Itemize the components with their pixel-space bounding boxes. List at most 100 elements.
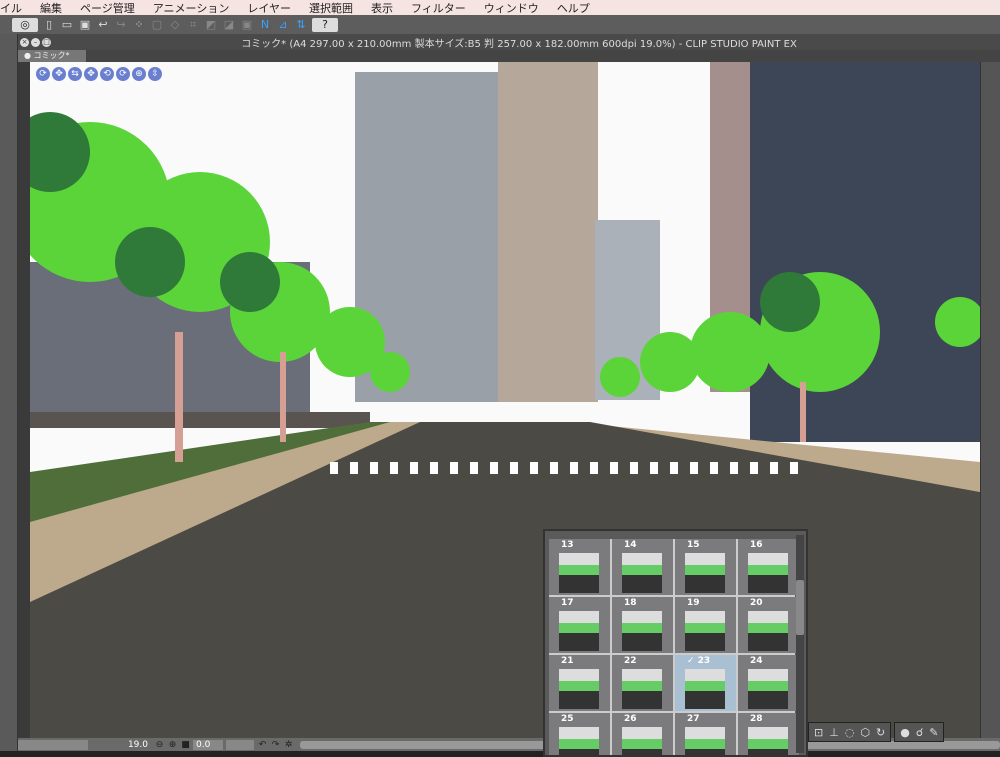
thumbnail-image [622, 669, 662, 709]
camera-zoom-icon[interactable]: ⇆ [68, 67, 82, 81]
redo-icon[interactable]: ↪ [114, 18, 128, 32]
close-icon[interactable]: × [20, 37, 29, 47]
preset-thumbnail[interactable]: 26 [612, 713, 673, 755]
light-icon[interactable]: ☌ [916, 726, 923, 739]
rotate-left-icon[interactable]: ↶ [257, 740, 268, 750]
preset-thumbnail[interactable]: ✓ 23 [675, 655, 736, 711]
thumbnail-number: ✓ 23 [687, 656, 711, 666]
object-rotate2-icon[interactable]: ⟳ [116, 67, 130, 81]
thumbnail-image [622, 727, 662, 755]
thumbnail-image [685, 611, 725, 651]
zoom-out-icon[interactable]: ⊖ [154, 740, 165, 750]
preset-thumbnail[interactable]: 13 [549, 539, 610, 595]
camera-rotate-icon[interactable]: ⟳ [36, 67, 50, 81]
thumbnail-number: 14 [624, 540, 637, 550]
menu-selection[interactable]: 選択範囲 [309, 0, 353, 16]
open-file-icon[interactable]: ▭ [60, 18, 74, 32]
thumbnail-number: 15 [687, 540, 700, 550]
thumbnail-number: 16 [750, 540, 763, 550]
rotate-right-icon[interactable]: ↷ [270, 740, 281, 750]
ruler-snap-icon[interactable]: N [258, 18, 272, 32]
fit-icon[interactable]: ■ [180, 740, 191, 750]
preset-thumbnail[interactable]: 18 [612, 597, 673, 653]
preset-thumbnail[interactable]: 20 [738, 597, 799, 653]
menu-filter[interactable]: フィルター [411, 0, 466, 16]
thumbnail-number: 20 [750, 598, 763, 608]
object-move-icon[interactable]: ✥ [84, 67, 98, 81]
thumbnail-number: 18 [624, 598, 637, 608]
zoom-value[interactable]: 19.0 [91, 740, 151, 750]
preset-thumbnail[interactable]: 28 [738, 713, 799, 755]
object-scale-icon[interactable]: ⊕ [132, 67, 146, 81]
preset-thumbnail[interactable]: 17 [549, 597, 610, 653]
focus-icon[interactable]: ⊡ [814, 726, 823, 739]
fill-selection-icon[interactable]: ▣ [240, 18, 254, 32]
preset-thumbnail[interactable]: 15 [675, 539, 736, 595]
3d-object-toolbar: ⊡ ⊥ ◌ ⬡ ↻ ● ☌ ✎ [808, 722, 972, 742]
thumbnail-number: 27 [687, 714, 700, 724]
thumbnail-image [748, 553, 788, 593]
reset-rotation-icon[interactable]: ✲ [283, 740, 294, 750]
selection-icon[interactable]: ⁘ [132, 18, 146, 32]
help-icon[interactable]: ? [312, 17, 338, 32]
thumbnail-number: 19 [687, 598, 700, 608]
menu-animation[interactable]: アニメーション [153, 0, 230, 16]
preset-thumbnail[interactable]: 14 [612, 539, 673, 595]
special-ruler-snap-icon[interactable]: ⊿ [276, 18, 290, 32]
object-height-icon[interactable]: ⇳ [148, 67, 162, 81]
thumbnail-image [559, 611, 599, 651]
navigator-slider[interactable] [18, 739, 88, 750]
menu-bar: イル 編集 ページ管理 アニメーション レイヤー 選択範囲 表示 フィルター ウ… [0, 0, 1000, 15]
preset-thumbnail[interactable]: 19 [675, 597, 736, 653]
window-title-bar: × – □ コミック* (A4 297.00 x 210.00mm 製本サイズ:… [18, 34, 1000, 50]
3d-camera-controls: ⟳ ✥ ⇆ ✥ ⟲ ⟳ ⊕ ⇳ [36, 67, 162, 81]
clear-outside-icon[interactable]: ◪ [222, 18, 236, 32]
preset-thumbnail[interactable]: 22 [612, 655, 673, 711]
thumbnail-number: 17 [561, 598, 574, 608]
preset-thumbnail-grid: 13 14 15 16 17 18 19 20 21 22 ✓ 23 24 25 26 27 28 [549, 539, 799, 755]
transform-icon[interactable]: ▢ [150, 18, 164, 32]
preset-thumbnail[interactable]: 25 [549, 713, 610, 755]
menu-window[interactable]: ウィンドウ [484, 0, 539, 16]
preset-thumbnail[interactable]: 21 [549, 655, 610, 711]
thumbnail-image [559, 553, 599, 593]
new-file-icon[interactable]: ▯ [42, 18, 56, 32]
camera-pan-icon[interactable]: ✥ [52, 67, 66, 81]
preset-thumbnail[interactable]: 27 [675, 713, 736, 755]
menu-page[interactable]: ページ管理 [80, 0, 135, 16]
menu-file[interactable]: イル [0, 0, 22, 16]
clip-studio-icon[interactable]: ◎ [12, 17, 38, 32]
menu-help[interactable]: ヘルプ [557, 0, 590, 16]
fill-icon[interactable]: ◇ [168, 18, 182, 32]
thumbnail-image [559, 727, 599, 755]
zoom-in-icon[interactable]: ⊕ [167, 740, 178, 750]
preset-thumbnail[interactable]: 24 [738, 655, 799, 711]
select-icon[interactable]: ◌ [845, 726, 855, 739]
reset-icon[interactable]: ↻ [876, 726, 885, 739]
3d-preset-panel: 13 14 15 16 17 18 19 20 21 22 ✓ 23 24 25 26 27 28 [543, 529, 808, 757]
crop-icon[interactable]: ⌗ [186, 18, 200, 32]
city-street-scene [30, 62, 980, 738]
rotation-slider[interactable] [226, 739, 254, 750]
vertical-scrollbar[interactable] [980, 62, 1000, 738]
canvas-3d-scene[interactable] [30, 62, 980, 738]
edit-icon[interactable]: ✎ [929, 726, 938, 739]
material-icon[interactable]: ● [900, 726, 910, 739]
panel-scrollbar[interactable] [796, 535, 804, 753]
left-panel-strip [0, 34, 18, 757]
rotation-value[interactable]: 0.0 [193, 739, 223, 750]
save-icon[interactable]: ▣ [78, 18, 92, 32]
tab-comic[interactable]: ● コミック* [18, 50, 86, 62]
thumbnail-image [748, 611, 788, 651]
menu-view[interactable]: 表示 [371, 0, 393, 16]
object-rotate-icon[interactable]: ⟲ [100, 67, 114, 81]
undo-icon[interactable]: ↩ [96, 18, 110, 32]
menu-layer[interactable]: レイヤー [247, 0, 291, 16]
menu-edit[interactable]: 編集 [40, 0, 62, 16]
preset-thumbnail[interactable]: 16 [738, 539, 799, 595]
grid-snap-icon[interactable]: ⇅ [294, 18, 308, 32]
ground-icon[interactable]: ⊥ [829, 726, 839, 739]
thumbnail-number: 28 [750, 714, 763, 724]
clear-icon[interactable]: ◩ [204, 18, 218, 32]
cube-icon[interactable]: ⬡ [860, 726, 870, 739]
